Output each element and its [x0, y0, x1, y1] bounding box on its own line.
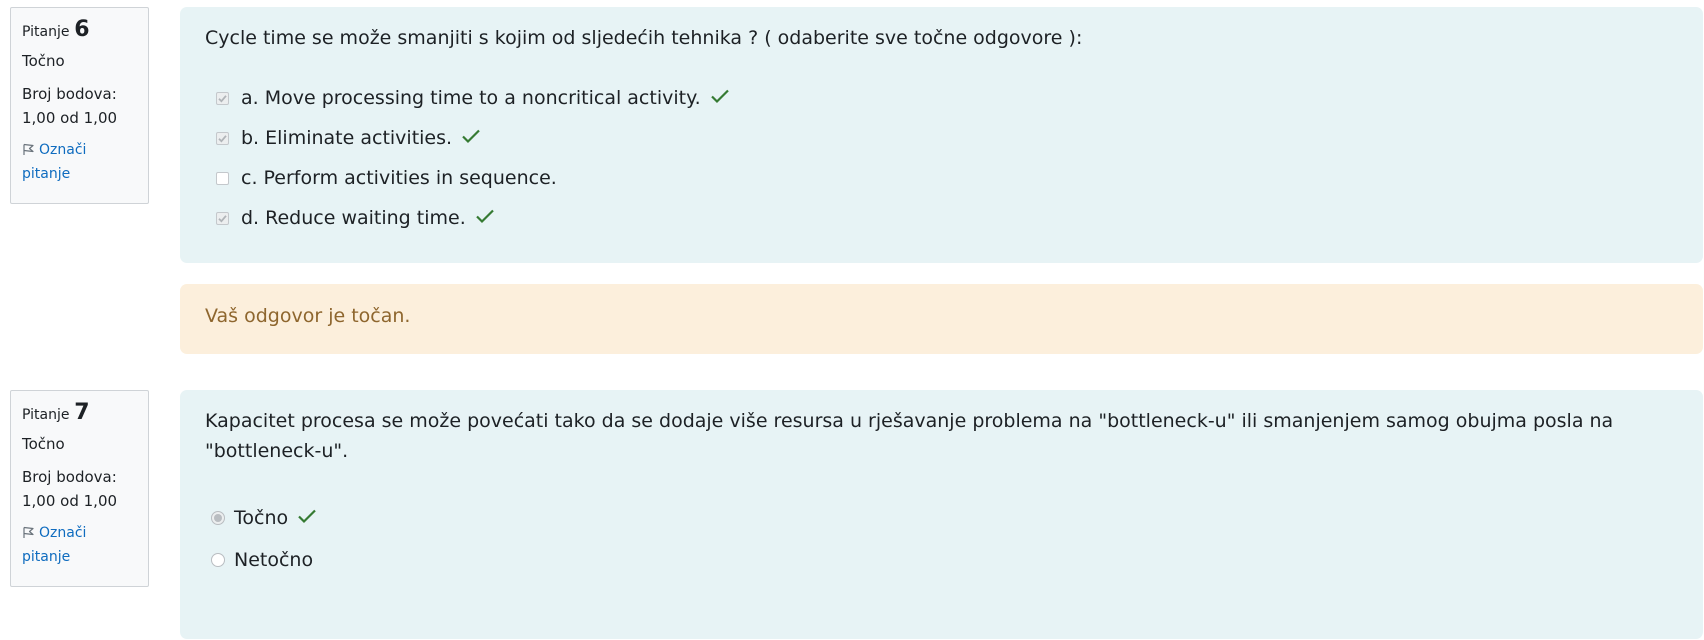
question-number: 7 [74, 400, 90, 425]
grade-label: Broj bodova: [22, 85, 117, 103]
question-text: Kapacitet procesa se može povećati tako … [205, 406, 1678, 466]
checkbox-checked[interactable] [216, 91, 229, 105]
checkbox-unchecked[interactable] [216, 171, 229, 185]
question-formulation: Cycle time se može smanjiti s kojim od s… [180, 7, 1703, 263]
check-icon [475, 207, 495, 229]
answer-option-d[interactable]: d. Reduce waiting time. [205, 198, 1678, 238]
answer-label: Netočno [234, 549, 314, 571]
check-icon [710, 87, 730, 109]
answer-option-true[interactable]: Točno [205, 497, 1678, 539]
answer-label: d. Reduce waiting time. [241, 207, 466, 229]
answer-list: a. Move processing time to a noncritical… [205, 78, 1678, 238]
answer-option-b[interactable]: b. Eliminate activities. [205, 118, 1678, 158]
question-state: Točno [22, 52, 65, 70]
question-state: Točno [22, 435, 65, 453]
flag-icon [22, 525, 39, 541]
flag-question-link[interactable]: Označi pitanje [22, 138, 137, 186]
grade-label: Broj bodova: [22, 468, 117, 486]
answer-label: Točno [234, 507, 289, 529]
question-grade: Broj bodova: 1,00 od 1,00 [22, 465, 137, 513]
flag-label-line1: Označi [39, 142, 87, 158]
grade-value: 1,00 od 1,00 [22, 492, 118, 510]
question-info: Pitanje 6 Točno Broj bodova: 1,00 od 1,0… [10, 7, 149, 204]
radio-unselected[interactable] [211, 553, 225, 567]
answer-label: a. Move processing time to a noncritical… [241, 87, 701, 109]
check-icon [461, 127, 481, 149]
check-icon [297, 507, 317, 529]
question-formulation: Kapacitet procesa se može povećati tako … [180, 390, 1703, 639]
checkbox-checked[interactable] [216, 211, 229, 225]
question-number-line: Pitanje 7 [22, 401, 137, 427]
question-text-line1: Kapacitet procesa se može povećati tako … [205, 410, 1614, 432]
question-number: 6 [74, 17, 90, 42]
answer-option-a[interactable]: a. Move processing time to a noncritical… [205, 78, 1678, 118]
flag-label-line2: pitanje [22, 166, 71, 182]
feedback-text: Vaš odgovor je točan. [205, 305, 411, 327]
question-label: Pitanje [22, 407, 70, 423]
answer-label: c. Perform activities in sequence. [241, 167, 557, 189]
answer-option-false[interactable]: Netočno [205, 539, 1678, 581]
flag-label-line2: pitanje [22, 549, 71, 565]
question-number-line: Pitanje 6 [22, 18, 137, 44]
answer-list: Točno Netočno [205, 497, 1678, 581]
question-grade: Broj bodova: 1,00 od 1,00 [22, 82, 137, 130]
flag-icon [22, 142, 39, 158]
question-text: Cycle time se može smanjiti s kojim od s… [205, 27, 1083, 49]
checkbox-checked[interactable] [216, 131, 229, 145]
feedback-box: Vaš odgovor je točan. [180, 284, 1703, 354]
answer-label: b. Eliminate activities. [241, 127, 453, 149]
question-text-line2: "bottleneck-u". [205, 440, 349, 462]
radio-selected[interactable] [211, 511, 225, 525]
grade-value: 1,00 od 1,00 [22, 109, 118, 127]
question-label: Pitanje [22, 24, 70, 40]
answer-option-c[interactable]: c. Perform activities in sequence. [205, 158, 1678, 198]
question-info: Pitanje 7 Točno Broj bodova: 1,00 od 1,0… [10, 390, 149, 587]
flag-label-line1: Označi [39, 525, 87, 541]
flag-question-link[interactable]: Označi pitanje [22, 521, 137, 569]
